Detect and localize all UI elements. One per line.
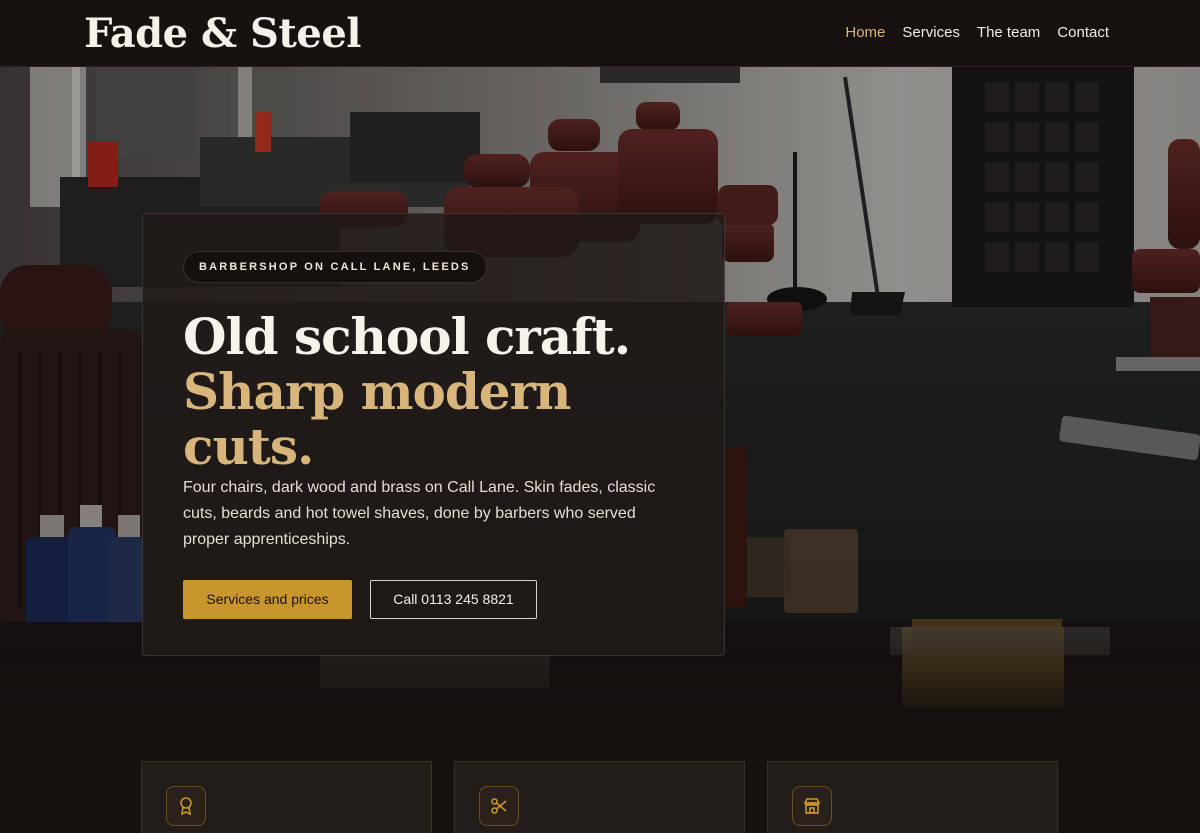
call-phone-button[interactable]: Call 0113 245 8821 bbox=[370, 580, 537, 619]
brand-logo[interactable]: Fade & Steel bbox=[84, 9, 361, 59]
hero-card: BARBERSHOP ON CALL LANE, LEEDS Old schoo… bbox=[142, 213, 725, 656]
feature-card-1 bbox=[141, 761, 432, 833]
feature-card-3 bbox=[767, 761, 1058, 833]
store-icon bbox=[792, 786, 832, 826]
headline-line-2: Sharp modern cuts. bbox=[183, 362, 571, 476]
hero-lead-text: Four chairs, dark wood and brass on Call… bbox=[183, 479, 656, 548]
hero-section: BARBERSHOP ON CALL LANE, LEEDS Old schoo… bbox=[0, 67, 1200, 717]
nav-item-the-team[interactable]: The team bbox=[977, 24, 1040, 42]
headline-line-1: Old school craft. bbox=[183, 307, 631, 366]
award-icon bbox=[166, 786, 206, 826]
feature-card-2 bbox=[454, 761, 745, 833]
features-section bbox=[0, 717, 1200, 833]
main-nav: Home Services The team Contact bbox=[845, 24, 1109, 42]
site-header: Fade & Steel Home Services The team Cont… bbox=[0, 0, 1200, 67]
hero-headline: Old school craft. Sharp modern cuts. bbox=[183, 309, 703, 474]
services-and-prices-button[interactable]: Services and prices bbox=[183, 580, 352, 619]
scissors-icon bbox=[479, 786, 519, 826]
nav-item-contact[interactable]: Contact bbox=[1057, 24, 1109, 42]
nav-item-services[interactable]: Services bbox=[902, 24, 960, 42]
location-badge: BARBERSHOP ON CALL LANE, LEEDS bbox=[183, 251, 487, 283]
nav-item-home[interactable]: Home bbox=[845, 24, 885, 42]
